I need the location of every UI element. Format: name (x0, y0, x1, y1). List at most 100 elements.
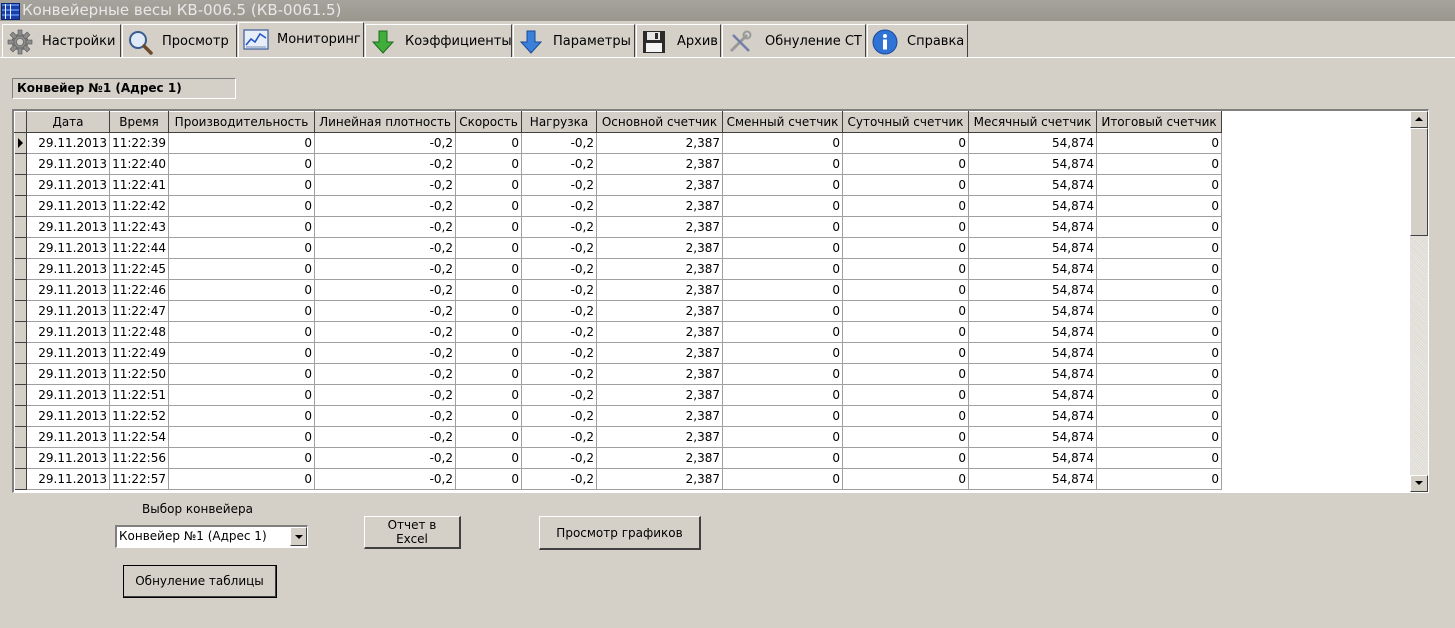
table-cell[interactable]: 0 (1096, 216, 1222, 238)
table-cell[interactable]: -0,2 (521, 363, 597, 385)
table-cell[interactable]: -0,2 (521, 279, 597, 301)
table-cell[interactable]: 0 (1096, 258, 1222, 280)
excel-report-button[interactable]: Отчет в Excel (364, 516, 461, 549)
table-cell[interactable]: 2,387 (596, 405, 723, 427)
table-row[interactable]: 29.11.2013 11:22:50 0 -0,2 0 -0,2 2,387 0 0 54,87… (14, 363, 1222, 385)
table-cell[interactable]: 0 (842, 447, 969, 469)
table-cell[interactable]: 0 (168, 132, 315, 154)
row-indicator[interactable] (14, 258, 27, 280)
table-cell[interactable]: -0,2 (314, 342, 456, 364)
table-row[interactable]: 29.11.2013 11:22:42 0 -0,2 0 -0,2 2,387 0 0 54,87… (14, 195, 1222, 217)
table-cell[interactable]: 2,387 (596, 216, 723, 238)
tab-coefficients[interactable]: Коэффициенты (365, 24, 512, 57)
table-cell[interactable]: -0,2 (521, 216, 597, 238)
table-cell[interactable]: 0 (1096, 321, 1222, 343)
table-cell[interactable]: -0,2 (521, 195, 597, 217)
table-cell[interactable]: 54,874 (968, 237, 1097, 259)
row-indicator[interactable] (14, 405, 27, 427)
table-cell[interactable]: 0 (842, 300, 969, 322)
table-cell[interactable]: 0 (455, 279, 522, 301)
table-cell[interactable]: 0 (842, 405, 969, 427)
table-row[interactable]: 29.11.2013 11:22:57 0 -0,2 0 -0,2 2,387 0 0 54,87… (14, 468, 1222, 490)
table-cell[interactable]: 54,874 (968, 426, 1097, 448)
table-cell[interactable]: 0 (842, 468, 969, 490)
table-cell[interactable]: 11:22:42 (109, 195, 169, 217)
tab-archive[interactable]: Архив (636, 24, 721, 57)
column-header[interactable]: Итоговый счетчик (1096, 111, 1222, 133)
table-cell[interactable]: -0,2 (521, 132, 597, 154)
table-cell[interactable]: 11:22:50 (109, 363, 169, 385)
table-row[interactable]: 29.11.2013 11:22:52 0 -0,2 0 -0,2 2,387 0 0 54,87… (14, 405, 1222, 427)
table-cell[interactable]: 0 (1096, 300, 1222, 322)
table-row[interactable]: 29.11.2013 11:22:40 0 -0,2 0 -0,2 2,387 0 0 54,87… (14, 153, 1222, 175)
table-cell[interactable]: -0,2 (314, 279, 456, 301)
column-header[interactable]: Линейная плотность (314, 111, 456, 133)
table-cell[interactable]: 0 (842, 174, 969, 196)
row-indicator[interactable] (14, 447, 27, 469)
tab-parameters[interactable]: Параметры (513, 24, 635, 57)
table-cell[interactable]: 11:22:47 (109, 300, 169, 322)
table-row[interactable]: 29.11.2013 11:22:48 0 -0,2 0 -0,2 2,387 0 0 54,87… (14, 321, 1222, 343)
column-header[interactable]: Месячный счетчик (968, 111, 1097, 133)
table-cell[interactable]: -0,2 (314, 195, 456, 217)
table-cell[interactable]: -0,2 (521, 342, 597, 364)
table-cell[interactable]: 0 (842, 363, 969, 385)
table-cell[interactable]: 0 (722, 468, 843, 490)
table-cell[interactable]: 29.11.2013 (26, 447, 110, 469)
vertical-scrollbar[interactable] (1410, 111, 1428, 492)
table-cell[interactable]: 0 (722, 174, 843, 196)
table-cell[interactable]: 0 (168, 363, 315, 385)
table-cell[interactable]: 0 (455, 363, 522, 385)
column-header[interactable]: Нагрузка (521, 111, 597, 133)
table-row[interactable]: 29.11.2013 11:22:56 0 -0,2 0 -0,2 2,387 0 0 54,87… (14, 447, 1222, 469)
row-indicator[interactable] (14, 216, 27, 238)
table-cell[interactable]: 0 (168, 342, 315, 364)
table-cell[interactable]: 2,387 (596, 468, 723, 490)
column-header[interactable]: Производительность (168, 111, 315, 133)
table-cell[interactable]: -0,2 (314, 468, 456, 490)
table-cell[interactable]: 0 (842, 258, 969, 280)
row-indicator[interactable] (14, 132, 27, 154)
table-cell[interactable]: 0 (455, 405, 522, 427)
table-cell[interactable]: 2,387 (596, 279, 723, 301)
monitoring-grid[interactable]: Дата Время Производительность Линейная п… (12, 109, 1429, 493)
table-cell[interactable]: 0 (1096, 132, 1222, 154)
table-cell[interactable]: 0 (722, 447, 843, 469)
scroll-thumb[interactable] (1410, 128, 1428, 236)
row-indicator[interactable] (14, 342, 27, 364)
table-cell[interactable]: 0 (168, 279, 315, 301)
table-cell[interactable]: 0 (168, 426, 315, 448)
conveyor-select[interactable]: Конвейер №1 (Адрес 1) (115, 525, 308, 548)
table-cell[interactable]: 0 (1096, 195, 1222, 217)
table-cell[interactable]: 0 (722, 195, 843, 217)
table-cell[interactable]: 0 (1096, 468, 1222, 490)
table-cell[interactable]: 0 (455, 132, 522, 154)
table-cell[interactable]: -0,2 (314, 321, 456, 343)
table-cell[interactable]: 0 (722, 132, 843, 154)
table-cell[interactable]: 11:22:57 (109, 468, 169, 490)
table-cell[interactable]: 0 (842, 195, 969, 217)
table-cell[interactable]: 29.11.2013 (26, 426, 110, 448)
table-cell[interactable]: 0 (842, 426, 969, 448)
column-header[interactable]: Дата (26, 111, 110, 133)
table-cell[interactable]: -0,2 (521, 447, 597, 469)
table-cell[interactable]: 54,874 (968, 405, 1097, 427)
table-cell[interactable]: 2,387 (596, 237, 723, 259)
table-cell[interactable]: 2,387 (596, 153, 723, 175)
table-cell[interactable]: 29.11.2013 (26, 195, 110, 217)
table-cell[interactable]: -0,2 (521, 153, 597, 175)
table-cell[interactable]: 0 (1096, 279, 1222, 301)
table-cell[interactable]: 0 (455, 258, 522, 280)
table-row[interactable]: 29.11.2013 11:22:49 0 -0,2 0 -0,2 2,387 0 0 54,87… (14, 342, 1222, 364)
table-cell[interactable]: -0,2 (314, 216, 456, 238)
table-cell[interactable]: 0 (1096, 153, 1222, 175)
table-row[interactable]: 29.11.2013 11:22:45 0 -0,2 0 -0,2 2,387 0 0 54,87… (14, 258, 1222, 280)
table-cell[interactable]: 2,387 (596, 174, 723, 196)
column-header[interactable]: Время (109, 111, 169, 133)
table-cell[interactable]: 0 (722, 279, 843, 301)
table-cell[interactable]: 11:22:41 (109, 174, 169, 196)
scroll-down-button[interactable] (1410, 475, 1428, 492)
table-cell[interactable]: 0 (842, 342, 969, 364)
table-row[interactable]: 29.11.2013 11:22:41 0 -0,2 0 -0,2 2,387 0 0 54,87… (14, 174, 1222, 196)
table-cell[interactable]: 11:22:45 (109, 258, 169, 280)
